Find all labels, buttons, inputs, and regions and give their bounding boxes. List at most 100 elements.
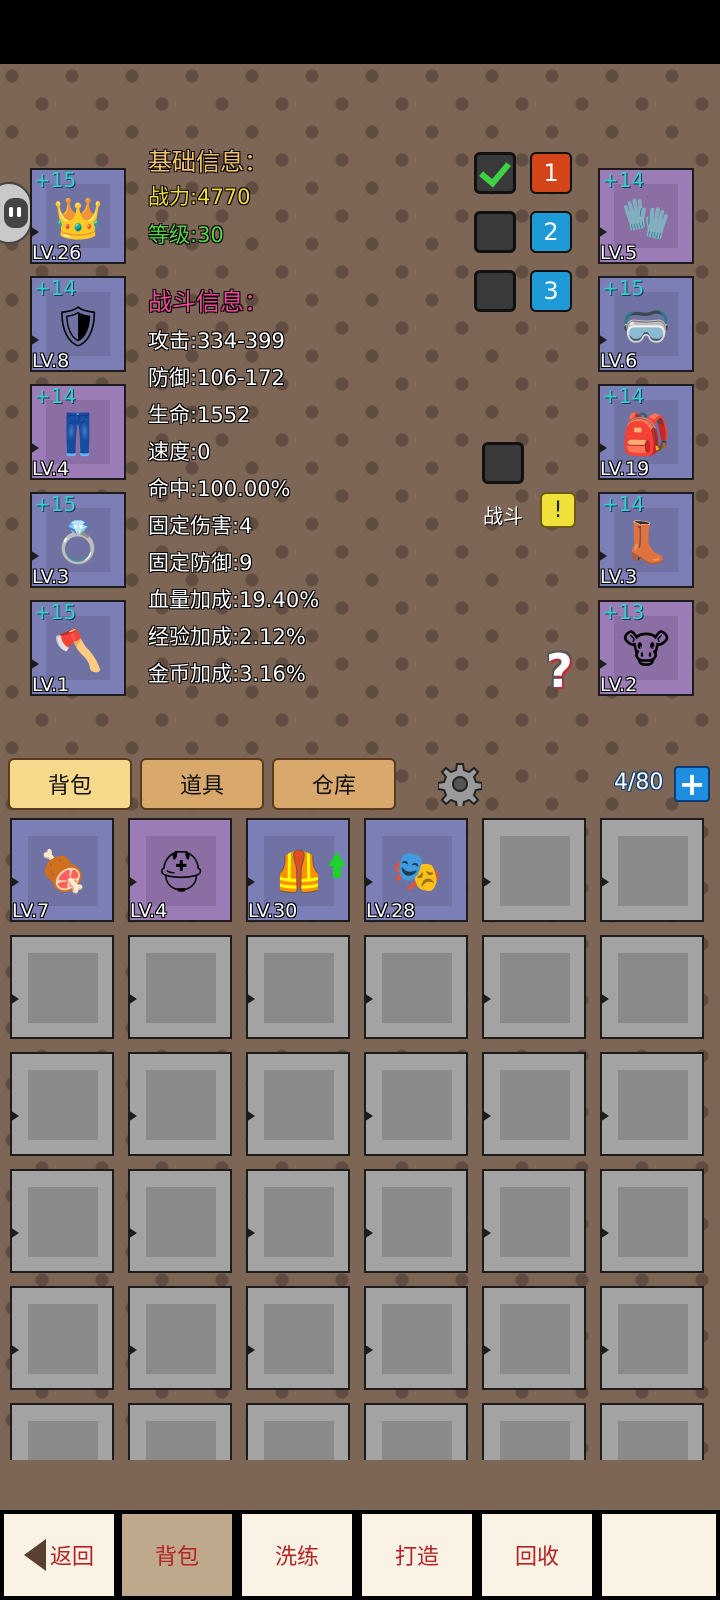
item-level: LV.3: [32, 566, 70, 588]
inventory-item-slot[interactable]: 🍖 LV.7: [10, 818, 114, 922]
inventory-empty-slot[interactable]: [482, 1286, 586, 1390]
slot-background: [618, 1070, 688, 1140]
inventory-empty-slot[interactable]: [600, 818, 704, 922]
footer-backpack-button[interactable]: 背包: [120, 1512, 234, 1598]
slot-background: [28, 1304, 98, 1374]
inventory-empty-slot[interactable]: [482, 1052, 586, 1156]
inventory-empty-slot[interactable]: [364, 935, 468, 1039]
battle-stat-line: 速度:0: [148, 440, 211, 464]
inventory-empty-slot[interactable]: [128, 1169, 232, 1273]
inventory-empty-slot[interactable]: [246, 1403, 350, 1460]
armor-icon: 🛡: [52, 303, 104, 350]
preset-number-1[interactable]: 1: [530, 152, 572, 194]
inventory-empty-slot[interactable]: [128, 1286, 232, 1390]
footer-forge-button[interactable]: 打造: [360, 1512, 474, 1598]
slot-notch: [130, 1227, 137, 1239]
equip-right-slot[interactable]: 🥽 +15 LV.6: [598, 276, 694, 372]
battle-info-heading: 战斗信息：: [148, 288, 268, 316]
basic-info-panel: 基础信息： 战力:4770 等级:30: [148, 142, 268, 249]
enhance-level: +15: [34, 492, 77, 516]
enhance-level: +13: [602, 600, 645, 624]
ring-icon: 💍: [53, 519, 103, 566]
inventory-empty-slot[interactable]: [246, 935, 350, 1039]
preset-number-3[interactable]: 3: [530, 270, 572, 312]
help-icon[interactable]: ?: [546, 644, 573, 698]
slot-background: [500, 1421, 570, 1460]
inventory-empty-slot[interactable]: [364, 1169, 468, 1273]
inventory-empty-slot[interactable]: [600, 935, 704, 1039]
battle-label: 战斗: [483, 504, 523, 528]
slot-notch: [12, 1344, 19, 1356]
inventory-empty-slot[interactable]: [482, 935, 586, 1039]
level-stat: 等级:30: [148, 223, 224, 247]
preset-checkbox-2[interactable]: [474, 211, 516, 253]
preset-checkbox-3[interactable]: [474, 270, 516, 312]
slot-background: [500, 836, 570, 906]
equip-left-slot[interactable]: 🪓 +15 LV.1: [30, 600, 126, 696]
inventory-empty-slot[interactable]: [482, 1169, 586, 1273]
inventory-empty-slot[interactable]: [246, 1286, 350, 1390]
slot-notch: [602, 1344, 609, 1356]
inventory-item-slot[interactable]: 🦺 LV.30: [246, 818, 350, 922]
inventory-empty-slot[interactable]: [482, 1403, 586, 1460]
item-level: LV.2: [600, 674, 638, 696]
preset-number-2[interactable]: 2: [530, 211, 572, 253]
inventory-empty-slot[interactable]: [600, 1286, 704, 1390]
equip-right-slot[interactable]: 🎒 +14 LV.19: [598, 384, 694, 480]
inventory-empty-slot[interactable]: [128, 1052, 232, 1156]
slot-background: [264, 1304, 334, 1374]
inventory-empty-slot[interactable]: [10, 1403, 114, 1460]
inventory-empty-slot[interactable]: [364, 1403, 468, 1460]
side-menu-toggle[interactable]: [0, 182, 32, 244]
battle-alert-icon[interactable]: !: [540, 492, 576, 528]
inventory-empty-slot[interactable]: [10, 1286, 114, 1390]
equip-right-slot[interactable]: 👢 +14 LV.3: [598, 492, 694, 588]
inventory-empty-slot[interactable]: [482, 818, 586, 922]
equip-left-slot[interactable]: 👑 +15 LV.26: [30, 168, 126, 264]
slot-notch: [366, 1110, 373, 1122]
inventory-item-slot[interactable]: 🎭 LV.28: [364, 818, 468, 922]
preset-checkbox-1[interactable]: [474, 152, 516, 194]
slot-notch: [602, 876, 609, 888]
slot-notch: [12, 1227, 19, 1239]
inventory-empty-slot[interactable]: [600, 1052, 704, 1156]
slot-notch: [248, 1110, 255, 1122]
status-bar: [0, 0, 720, 64]
inventory-empty-slot[interactable]: [364, 1286, 468, 1390]
slot-background: [28, 1070, 98, 1140]
add-capacity-button[interactable]: +: [674, 766, 710, 802]
inventory-empty-slot[interactable]: [10, 935, 114, 1039]
battle-checkbox[interactable]: [482, 442, 524, 484]
equip-left-slot[interactable]: 👖 +14 LV.4: [30, 384, 126, 480]
inventory-empty-slot[interactable]: [128, 1403, 232, 1460]
inventory-empty-slot[interactable]: [246, 1052, 350, 1156]
inventory-item-slot[interactable]: ⛑ LV.4: [128, 818, 232, 922]
slot-notch: [600, 226, 607, 238]
dark-armor-icon: 🦺: [274, 848, 324, 895]
equip-left-slot[interactable]: 🛡 +14 LV.8: [30, 276, 126, 372]
equip-right-slot[interactable]: 🧤 +14 LV.5: [598, 168, 694, 264]
inventory-empty-slot[interactable]: [10, 1052, 114, 1156]
inventory-empty-slot[interactable]: [10, 1169, 114, 1273]
slot-notch: [248, 876, 255, 888]
inventory-empty-slot[interactable]: [600, 1403, 704, 1460]
footer-refine-button[interactable]: 洗练: [240, 1512, 354, 1598]
inventory-empty-slot[interactable]: [364, 1052, 468, 1156]
footer-empty-button[interactable]: [600, 1512, 718, 1598]
gear-icon[interactable]: [437, 762, 483, 809]
pants-icon: 👖: [53, 411, 103, 458]
slot-notch: [32, 442, 39, 454]
equip-right-slot[interactable]: 🐮 +13 LV.2: [598, 600, 694, 696]
basic-info-heading: 基础信息：: [148, 148, 268, 176]
tab-backpack[interactable]: 背包: [8, 758, 132, 810]
tab-items[interactable]: 道具: [140, 758, 264, 810]
back-button[interactable]: 返回: [2, 1512, 116, 1598]
slot-notch: [484, 1344, 491, 1356]
footer-recycle-button[interactable]: 回收: [480, 1512, 594, 1598]
tab-warehouse[interactable]: 仓库: [272, 758, 396, 810]
equip-left-slot[interactable]: 💍 +15 LV.3: [30, 492, 126, 588]
inventory-empty-slot[interactable]: [128, 935, 232, 1039]
inventory-empty-slot[interactable]: [600, 1169, 704, 1273]
inventory-empty-slot[interactable]: [246, 1169, 350, 1273]
slot-background: [382, 1421, 452, 1460]
